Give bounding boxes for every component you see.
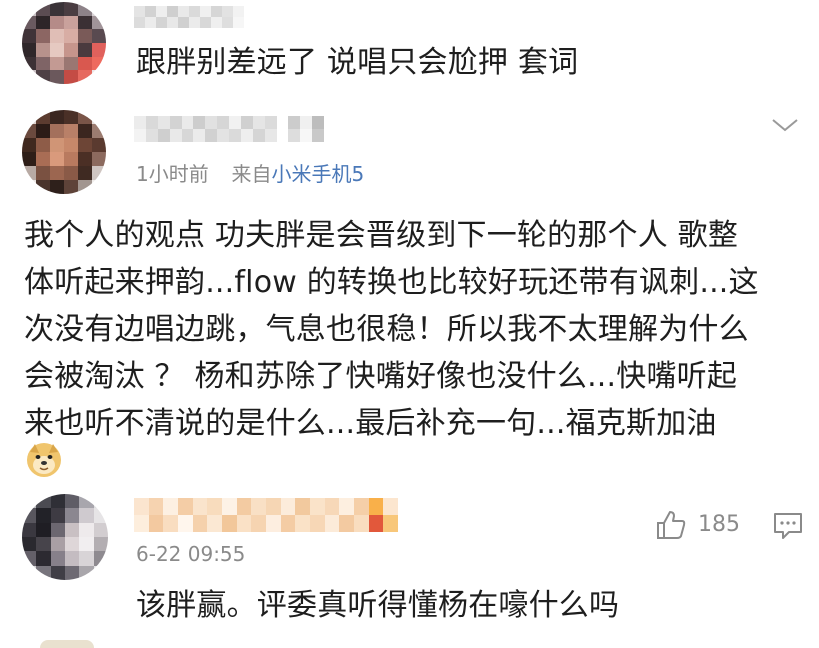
comment-text-line: 次没有边唱边跳，气息也很稳！所以我不太理解为什么 [24, 312, 749, 347]
comment-text-line: 我个人的观点 功夫胖是会晋级到下一轮的那个人 歌整 [24, 218, 739, 253]
comment-text: 该胖赢。评委真听得懂杨在嚎什么吗 [136, 588, 620, 623]
comment-time: 1小时前 [136, 162, 209, 186]
avatar[interactable] [22, 110, 106, 194]
source-device-link[interactable]: 小米手机5 [271, 162, 364, 186]
doge-emoji-icon [26, 442, 62, 478]
avatar[interactable] [40, 640, 94, 648]
comment-body: 我个人的观点 功夫胖是会晋级到下一轮的那个人 歌整 体听起来押韵...flow … [24, 212, 759, 447]
like-count: 185 [698, 512, 740, 537]
username-blurred[interactable] [134, 6, 244, 28]
source-prefix: 来自 [231, 162, 272, 186]
comment-meta: 1小时前 来自小米手机5 [136, 158, 364, 187]
avatar[interactable] [22, 494, 108, 580]
comment-text-line: 会被淘汰 ？ 杨和苏除了快嘴好像也没什么...快嘴听起 [24, 359, 738, 394]
comment-text-line: 来也听不清说的是什么...最后补充一句...福克斯加油 [24, 406, 717, 441]
comment-time: 6-22 09:55 [136, 542, 246, 566]
username-blurred[interactable] [134, 116, 324, 142]
thumbs-up-icon[interactable] [654, 508, 688, 542]
comment-text-line: 体听起来押韵...flow 的转换也比较好玩还带有讽刺...这 [24, 265, 759, 300]
comment-text: 跟胖别差远了 说唱只会尬押 套词 [136, 45, 579, 80]
chevron-down-icon[interactable] [770, 114, 800, 136]
avatar[interactable] [22, 2, 106, 84]
comment-icon[interactable] [772, 510, 804, 542]
username-blurred[interactable] [134, 498, 398, 532]
